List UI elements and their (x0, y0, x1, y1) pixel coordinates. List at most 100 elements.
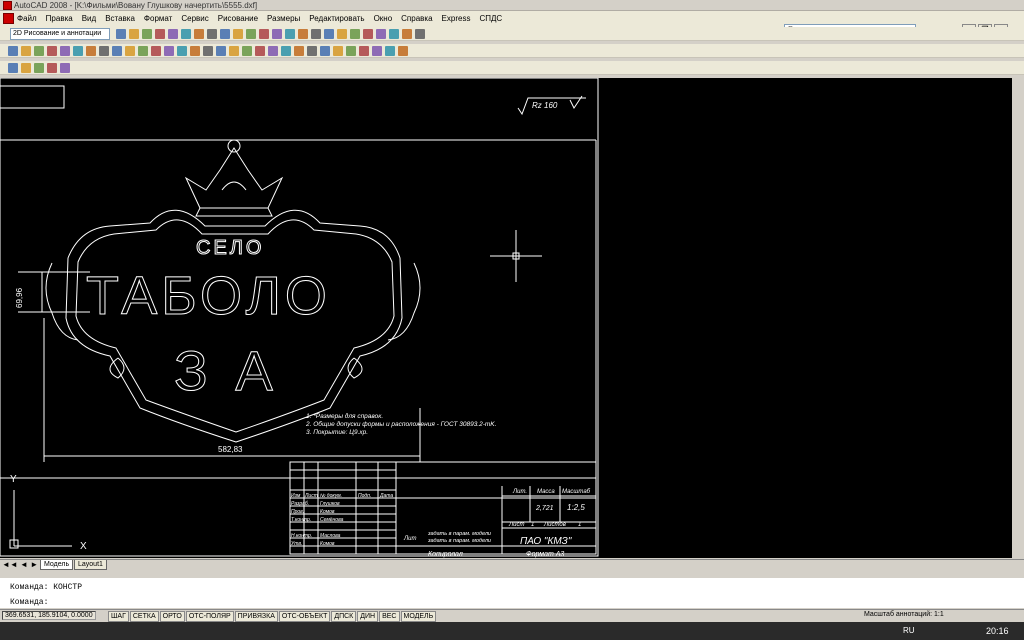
toolbar-tool-icon[interactable] (337, 29, 347, 39)
toolbar-tool-icon[interactable] (415, 29, 425, 39)
toolbar-tool-icon[interactable] (21, 63, 31, 73)
toolbar-tool-icon[interactable] (60, 46, 70, 56)
toolbar-tool-icon[interactable] (333, 46, 343, 56)
toolbar-tool-icon[interactable] (346, 46, 356, 56)
menu-item-10[interactable]: Справка (401, 14, 432, 23)
toolbar-tool-icon[interactable] (73, 46, 83, 56)
toolbar-tool-icon[interactable] (60, 63, 70, 73)
toolbar-tool-icon[interactable] (402, 29, 412, 39)
annotation-scale[interactable]: Масштаб аннотаций: 1:1 (864, 611, 944, 618)
vertical-scrollbar[interactable] (1012, 78, 1024, 559)
toolbar-tool-icon[interactable] (194, 29, 204, 39)
menu-item-5[interactable]: Сервис (181, 14, 208, 23)
toolbar-tool-icon[interactable] (324, 29, 334, 39)
model-space-right[interactable] (600, 78, 1024, 558)
command-input-line[interactable]: Команда: (10, 598, 48, 607)
toolbar-tool-icon[interactable] (255, 46, 265, 56)
menu-item-1[interactable]: Правка (46, 14, 73, 23)
toolbar-tool-icon[interactable] (220, 29, 230, 39)
toolbar-tool-icon[interactable] (389, 29, 399, 39)
menu-item-6[interactable]: Рисование (218, 14, 258, 23)
tab-model[interactable]: Модель (40, 560, 74, 570)
toolbar-tool-icon[interactable] (242, 46, 252, 56)
menu-item-4[interactable]: Формат (144, 14, 172, 23)
status-toggle-8[interactable]: ВЕС (379, 611, 400, 622)
toolbar-tool-icon[interactable] (268, 46, 278, 56)
status-toggle-7[interactable]: ДИН (357, 611, 379, 622)
toolbar-tool-icon[interactable] (8, 63, 18, 73)
tab-layout1[interactable]: Layout1 (74, 560, 107, 570)
toolbar-tool-icon[interactable] (155, 29, 165, 39)
toolbar-tool-icon[interactable] (272, 29, 282, 39)
toolbar-tool-icon[interactable] (116, 29, 126, 39)
toolbar-tool-icon[interactable] (229, 46, 239, 56)
menu-item-7[interactable]: Размеры (267, 14, 300, 23)
menu-item-9[interactable]: Окно (374, 14, 393, 23)
toolbar-row-2 (0, 44, 1024, 58)
menu-item-11[interactable]: Express (442, 14, 471, 23)
toolbar-tool-icon[interactable] (8, 46, 18, 56)
menu-item-8[interactable]: Редактировать (309, 14, 364, 23)
toolbar-tool-icon[interactable] (142, 29, 152, 39)
toolbar-tool-icon[interactable] (311, 29, 321, 39)
toolbar-tool-icon[interactable] (99, 46, 109, 56)
toolbar-tool-icon[interactable] (363, 29, 373, 39)
toolbar-tool-icon[interactable] (86, 46, 96, 56)
toolbar-tool-icon[interactable] (259, 29, 269, 39)
document-icon[interactable] (3, 13, 14, 24)
toolbar-tool-icon[interactable] (190, 46, 200, 56)
toolbar-tool-icon[interactable] (112, 46, 122, 56)
toolbar-tool-icon[interactable] (307, 46, 317, 56)
annotation-scale-value[interactable]: 1:1 (934, 611, 944, 618)
status-toggle-4[interactable]: ПРИВЯЗКА (234, 611, 278, 622)
toolbar-tool-icon[interactable] (298, 29, 308, 39)
toolbar-tool-icon[interactable] (138, 46, 148, 56)
language-indicator[interactable]: RU (903, 626, 915, 635)
menu-item-12[interactable]: СПДС (479, 14, 502, 23)
toolbar-tool-icon[interactable] (151, 46, 161, 56)
tb-copied: Копировал (428, 551, 463, 558)
status-toggle-1[interactable]: СЕТКА (129, 611, 159, 622)
toolbar-tool-icon[interactable] (203, 46, 213, 56)
toolbar-tool-icon[interactable] (320, 46, 330, 56)
status-toggle-9[interactable]: МОДЕЛЬ (400, 611, 437, 622)
toolbar-tool-icon[interactable] (164, 46, 174, 56)
toolbar-tool-icon[interactable] (376, 29, 386, 39)
toolbar-tool-icon[interactable] (207, 29, 217, 39)
toolbar-tool-icon[interactable] (129, 29, 139, 39)
menu-item-3[interactable]: Вставка (105, 14, 135, 23)
workspace-select[interactable]: 2D Рисование и аннотации (10, 28, 110, 40)
toolbar-tool-icon[interactable] (168, 29, 178, 39)
toolbar-tool-icon[interactable] (216, 46, 226, 56)
toolbar-tool-icon[interactable] (398, 46, 408, 56)
toolbar-tool-icon[interactable] (21, 46, 31, 56)
dim-width-text: 582,83 (218, 445, 243, 454)
toolbar-tool-icon[interactable] (34, 63, 44, 73)
toolbar-tool-icon[interactable] (181, 29, 191, 39)
menu-item-2[interactable]: Вид (82, 14, 96, 23)
tb-scale-value: 1:2,5 (567, 503, 585, 512)
status-toggle-6[interactable]: ДПСК (331, 611, 357, 622)
toolbar-tool-icon[interactable] (246, 29, 256, 39)
toolbar-tool-icon[interactable] (47, 46, 57, 56)
coordinates-readout[interactable]: 369.6531, 185.9104, 0.0000 (2, 611, 96, 620)
toolbar-tool-icon[interactable] (359, 46, 369, 56)
toolbar-tool-icon[interactable] (285, 29, 295, 39)
toolbar-tool-icon[interactable] (233, 29, 243, 39)
toolbar-tool-icon[interactable] (47, 63, 57, 73)
status-toggle-3[interactable]: ОТС-ПОЛЯР (185, 611, 234, 622)
toolbar-tool-icon[interactable] (350, 29, 360, 39)
model-space-canvas[interactable]: Rz 160 СЕЛО ТАБОЛО З А 69,96 582,83 1. *… (0, 77, 600, 558)
toolbar-tool-icon[interactable] (177, 46, 187, 56)
toolbar-tool-icon[interactable] (385, 46, 395, 56)
toolbar-tool-icon[interactable] (125, 46, 135, 56)
toolbar-tool-icon[interactable] (281, 46, 291, 56)
command-window[interactable]: Команда: КОНСТР Команда: (0, 576, 1024, 608)
menu-item-0[interactable]: Файл (17, 14, 37, 23)
toolbar-tool-icon[interactable] (34, 46, 44, 56)
toolbar-tool-icon[interactable] (372, 46, 382, 56)
status-toggle-2[interactable]: ОРТО (159, 611, 185, 622)
status-toggle-0[interactable]: ШАГ (108, 611, 129, 622)
toolbar-tool-icon[interactable] (294, 46, 304, 56)
status-toggle-5[interactable]: ОТС-ОБЪЕКТ (278, 611, 331, 622)
